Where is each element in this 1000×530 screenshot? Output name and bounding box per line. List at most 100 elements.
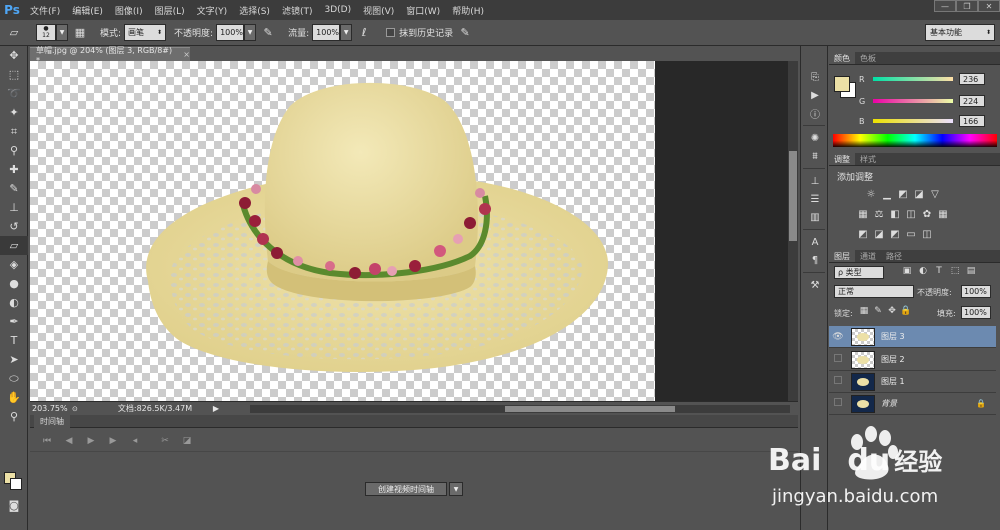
workspace-select[interactable]: 基本功能 ⬍ bbox=[925, 24, 995, 41]
eye-icon[interactable]: 👁 bbox=[829, 332, 847, 342]
menu-select[interactable]: 选择(S) bbox=[233, 4, 276, 17]
status-menu-arrow-icon[interactable]: ▶ bbox=[213, 404, 219, 413]
lock-position-icon[interactable]: ✥ bbox=[885, 306, 899, 316]
shape-filter-icon[interactable]: ⬚ bbox=[947, 266, 963, 276]
background-color-swatch[interactable] bbox=[10, 478, 22, 490]
first-frame-icon[interactable]: ⏮ bbox=[36, 436, 58, 446]
eraser-tool-icon[interactable]: ▱ bbox=[0, 236, 28, 255]
brush-preset-dropdown[interactable]: ▼ bbox=[56, 24, 68, 41]
layer-comps-icon[interactable]: ▥ bbox=[801, 208, 829, 226]
erase-to-history-checkbox[interactable] bbox=[386, 28, 396, 37]
blend-mode-select[interactable]: 正常 bbox=[834, 285, 914, 298]
opacity-input[interactable]: 100% bbox=[216, 24, 245, 41]
actions-panel-icon[interactable]: ▶ bbox=[801, 86, 829, 104]
layer-opacity-input[interactable]: 100% bbox=[961, 285, 991, 298]
lock-image-icon[interactable]: ✎ bbox=[871, 306, 885, 316]
marquee-tool-icon[interactable]: ⬚ bbox=[0, 65, 28, 84]
timeline-tab[interactable]: 时间轴 bbox=[34, 414, 70, 428]
dodge-tool-icon[interactable]: ◐ bbox=[0, 293, 28, 312]
scrollbar-thumb[interactable] bbox=[505, 406, 675, 412]
menu-layer[interactable]: 图层(L) bbox=[149, 4, 191, 17]
menu-edit[interactable]: 编辑(E) bbox=[66, 4, 109, 17]
tab-swatches[interactable]: 色板 bbox=[855, 52, 881, 64]
tab-styles[interactable]: 样式 bbox=[855, 153, 881, 165]
character-panel-icon[interactable]: A bbox=[801, 233, 829, 251]
minimize-button[interactable]: — bbox=[934, 0, 956, 12]
brush-tool-icon[interactable]: ✎ bbox=[0, 179, 28, 198]
close-tab-icon[interactable]: × bbox=[183, 50, 190, 59]
invert-icon[interactable]: ◩ bbox=[855, 227, 871, 241]
lasso-tool-icon[interactable]: ➰ bbox=[0, 84, 28, 103]
timeline-type-dropdown[interactable]: ▼ bbox=[449, 482, 463, 496]
canvas-area[interactable] bbox=[30, 61, 788, 401]
next-frame-icon[interactable]: ▶ bbox=[102, 436, 124, 446]
pixel-filter-icon[interactable]: ▣ bbox=[899, 266, 915, 276]
clone-source-icon[interactable]: ⊥ bbox=[801, 172, 829, 190]
ellipse-tool-icon[interactable]: ⬭ bbox=[0, 369, 28, 388]
crop-tool-icon[interactable]: ⌗ bbox=[0, 122, 28, 141]
layer-row[interactable]: 背景 🔒 bbox=[829, 393, 996, 415]
prev-frame-icon[interactable]: ◀ bbox=[58, 436, 80, 446]
gradient-map-icon[interactable]: ▭ bbox=[903, 227, 919, 241]
audio-icon[interactable]: ◂ bbox=[124, 436, 146, 446]
move-tool-icon[interactable]: ✥ bbox=[0, 46, 28, 65]
restore-button[interactable]: ❐ bbox=[956, 0, 978, 12]
posterize-icon[interactable]: ◪ bbox=[871, 227, 887, 241]
menu-filter[interactable]: 滤镜(T) bbox=[276, 4, 319, 17]
airbrush-icon[interactable]: ℓ bbox=[356, 25, 372, 41]
adjustment-filter-icon[interactable]: ◐ bbox=[915, 266, 931, 276]
exposure-icon[interactable]: ◪ bbox=[911, 187, 927, 201]
menu-view[interactable]: 视图(V) bbox=[357, 4, 400, 17]
threshold-icon[interactable]: ◩ bbox=[887, 227, 903, 241]
history-brush-tool-icon[interactable]: ↺ bbox=[0, 217, 28, 236]
opacity-dropdown[interactable]: ▼ bbox=[244, 24, 257, 41]
tab-color[interactable]: 颜色 bbox=[829, 52, 855, 64]
visibility-toggle[interactable] bbox=[829, 354, 847, 365]
tab-channels[interactable]: 通道 bbox=[855, 250, 881, 262]
pressure-size-icon[interactable]: ✎ bbox=[457, 25, 473, 41]
black-white-icon[interactable]: ◧ bbox=[887, 207, 903, 221]
scrollbar-thumb[interactable] bbox=[789, 151, 797, 241]
canvas-horizontal-scrollbar[interactable] bbox=[250, 405, 790, 413]
eraser-tool-icon[interactable]: ▱ bbox=[6, 25, 22, 41]
properties-icon[interactable]: ☰ bbox=[801, 190, 829, 208]
foreground-color-swatch[interactable] bbox=[834, 76, 850, 92]
photo-filter-icon[interactable]: ◫ bbox=[903, 207, 919, 221]
brush-settings-icon[interactable]: ✺ bbox=[801, 129, 829, 147]
selective-color-icon[interactable]: ◫ bbox=[919, 227, 935, 241]
layer-row[interactable]: 👁 图层 3 bbox=[829, 326, 996, 348]
green-value[interactable]: 224 bbox=[959, 95, 985, 107]
red-slider[interactable] bbox=[873, 77, 953, 81]
menu-file[interactable]: 文件(F) bbox=[24, 4, 66, 17]
brightness-contrast-icon[interactable]: ☼ bbox=[863, 187, 879, 201]
menu-type[interactable]: 文字(Y) bbox=[191, 4, 234, 17]
blur-tool-icon[interactable]: ● bbox=[0, 274, 28, 293]
mode-select[interactable]: 画笔 ⬍ bbox=[124, 24, 167, 41]
brush-preset-picker[interactable]: ● 12 bbox=[36, 24, 56, 41]
fill-input[interactable]: 100% bbox=[961, 306, 991, 319]
tool-presets-icon[interactable]: ⚒ bbox=[801, 276, 829, 294]
brush-presets-icon[interactable]: ⩩ bbox=[801, 147, 829, 165]
zoom-level[interactable]: 203.75% bbox=[30, 404, 72, 413]
blue-value[interactable]: 166 bbox=[959, 115, 985, 127]
visibility-toggle[interactable] bbox=[829, 398, 847, 409]
quick-mask-icon[interactable]: ◙ bbox=[0, 496, 28, 515]
info-panel-icon[interactable]: ⓘ bbox=[801, 104, 829, 122]
color-lookup-icon[interactable]: ▦ bbox=[935, 207, 951, 221]
brush-panel-icon[interactable]: ▦ bbox=[72, 25, 88, 41]
eyedropper-tool-icon[interactable]: ⚲ bbox=[0, 141, 28, 160]
color-balance-icon[interactable]: ⚖ bbox=[871, 207, 887, 221]
flow-input[interactable]: 100% bbox=[312, 24, 341, 41]
menu-window[interactable]: 窗口(W) bbox=[400, 4, 446, 17]
document-tab[interactable]: 草帽.jpg @ 204% (图层 3, RGB/8#) * × bbox=[30, 46, 190, 65]
create-video-timeline-button[interactable]: 创建视频时间轴 bbox=[365, 482, 447, 496]
play-icon[interactable]: ▶ bbox=[80, 436, 102, 446]
blue-slider[interactable] bbox=[873, 119, 953, 123]
flow-dropdown[interactable]: ▼ bbox=[340, 24, 353, 41]
menu-3d[interactable]: 3D(D) bbox=[318, 5, 357, 15]
history-panel-icon[interactable]: ⎘ bbox=[801, 68, 829, 86]
layer-row[interactable]: 图层 1 bbox=[829, 371, 996, 393]
type-filter-icon[interactable]: T bbox=[931, 266, 947, 276]
lock-transparent-icon[interactable]: ▦ bbox=[857, 306, 871, 316]
red-value[interactable]: 236 bbox=[959, 73, 985, 85]
